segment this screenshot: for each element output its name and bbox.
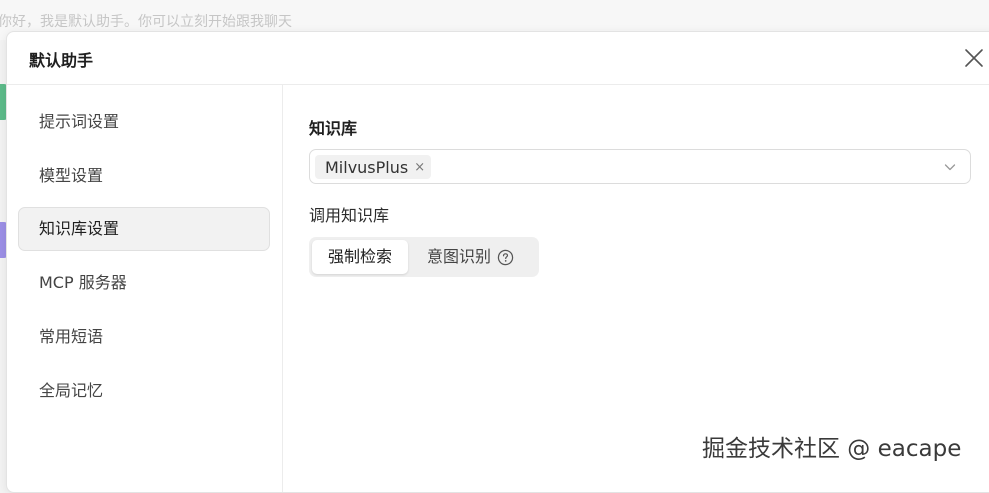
dialog-title: 默认助手 bbox=[29, 51, 94, 70]
close-icon bbox=[965, 49, 983, 67]
chevron-down-icon bbox=[944, 164, 956, 171]
call-mode-heading: 调用知识库 bbox=[309, 206, 390, 225]
knowledge-base-select[interactable]: MilvusPlus × bbox=[309, 149, 971, 184]
background-greeting: 你好，我是默认助手。你可以立刻开始跟我聊天 bbox=[0, 14, 292, 30]
close-button[interactable] bbox=[962, 46, 986, 70]
sidebar-item-mcp-servers[interactable]: MCP 服务器 bbox=[18, 261, 270, 305]
settings-sidebar: 提示词设置 模型设置 知识库设置 MCP 服务器 常用短语 全局记忆 bbox=[7, 85, 283, 492]
sidebar-item-common-phrases[interactable]: 常用短语 bbox=[18, 315, 270, 359]
selected-tag: MilvusPlus × bbox=[315, 155, 432, 179]
tag-remove-icon[interactable]: × bbox=[412, 161, 427, 174]
sidebar-item-prompt-settings[interactable]: 提示词设置 bbox=[18, 100, 270, 144]
sidebar-item-global-memory[interactable]: 全局记忆 bbox=[18, 369, 270, 413]
call-mode-segmented-control: 强制检索 意图识别 bbox=[309, 237, 539, 277]
help-circle-icon[interactable] bbox=[497, 249, 514, 266]
segment-intent-recognition[interactable]: 意图识别 bbox=[417, 240, 535, 274]
dialog-header: 默认助手 bbox=[7, 32, 989, 85]
sidebar-item-knowledge-base-settings[interactable]: 知识库设置 bbox=[18, 207, 270, 251]
knowledge-base-heading: 知识库 bbox=[309, 119, 358, 138]
assistant-settings-dialog: 默认助手 提示词设置 模型设置 知识库设置 MCP 服务器 常用短语 全局记忆 … bbox=[6, 31, 989, 493]
selected-tag-label: MilvusPlus bbox=[325, 157, 409, 177]
segment-forced-retrieval[interactable]: 强制检索 bbox=[312, 240, 408, 274]
watermark-text: 掘金技术社区 @ eacape bbox=[702, 436, 962, 462]
sidebar-item-model-settings[interactable]: 模型设置 bbox=[18, 154, 270, 198]
segment-intent-recognition-label: 意图识别 bbox=[427, 247, 492, 266]
